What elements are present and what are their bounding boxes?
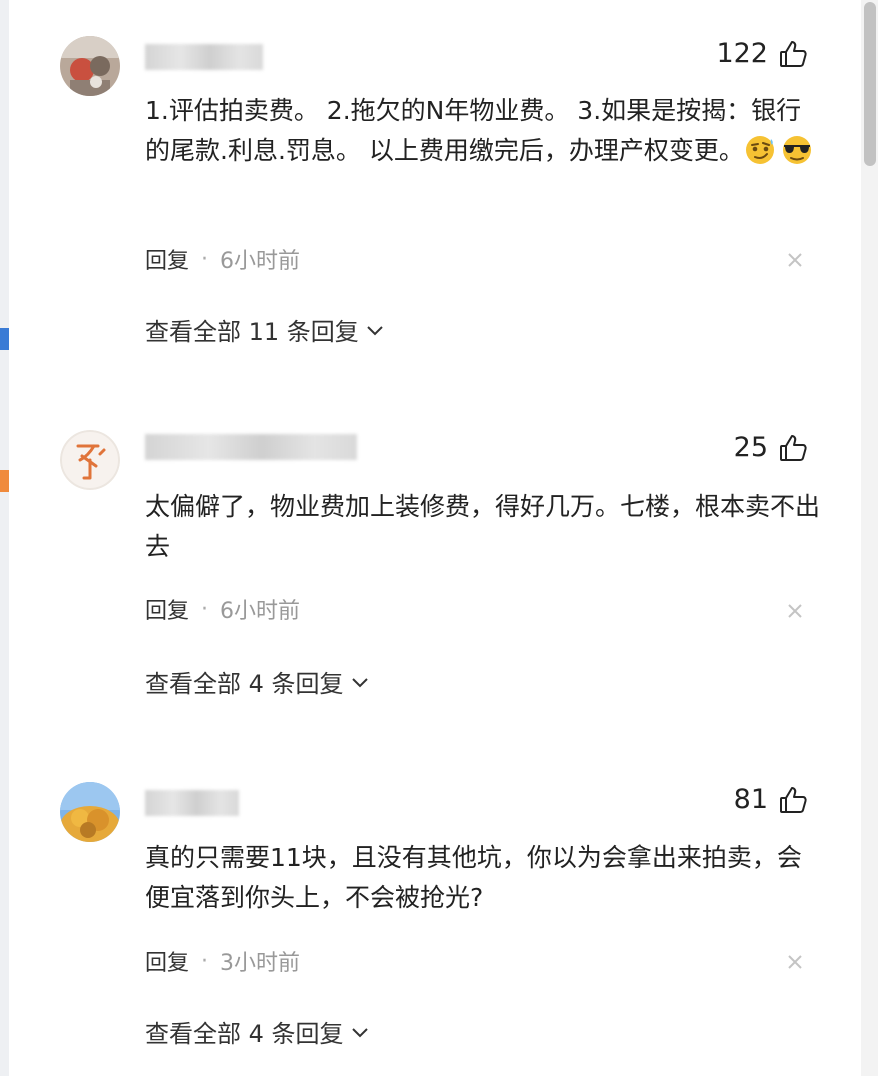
emoji-group — [744, 133, 814, 165]
chevron-down-icon — [351, 677, 368, 687]
reply-button[interactable]: 回复 — [145, 593, 189, 625]
timestamp: 3小时前 — [220, 951, 301, 976]
avatar[interactable] — [60, 782, 120, 842]
sunglasses-emoji-icon — [782, 136, 811, 164]
meta-separator: · — [201, 246, 209, 272]
like-group[interactable]: 25 — [734, 432, 808, 463]
thumbs-up-icon[interactable] — [778, 433, 808, 463]
view-all-replies-label: 查看全部 4 条回复 — [145, 670, 344, 698]
comment-meta: 回复 · 3小时前 — [145, 945, 300, 977]
comment-section: 122 1.评估拍卖费。 2.拖欠的N年物业费。 3.如果是按揭：银行的尾款.利… — [0, 0, 878, 1076]
thumbs-up-icon[interactable] — [778, 785, 808, 815]
meta-separator: · — [201, 596, 209, 622]
like-group[interactable]: 81 — [734, 784, 808, 815]
like-group[interactable]: 122 — [716, 38, 808, 69]
timestamp: 6小时前 — [220, 249, 301, 274]
chevron-down-icon — [351, 1027, 368, 1037]
like-count: 25 — [733, 432, 768, 463]
timestamp: 6小时前 — [220, 599, 301, 624]
edge-marker-blue — [0, 328, 9, 350]
username-redacted[interactable] — [145, 790, 239, 816]
username-redacted[interactable] — [145, 434, 357, 460]
like-count: 81 — [733, 784, 768, 815]
left-page-edge — [0, 0, 9, 1076]
view-all-replies-label: 查看全部 11 条回复 — [145, 318, 359, 346]
scrollbar[interactable] — [861, 0, 878, 1076]
close-icon[interactable] — [785, 250, 805, 270]
comment-text: 1.评估拍卖费。 2.拖欠的N年物业费。 3.如果是按揭：银行的尾款.利息.罚息… — [145, 91, 825, 171]
view-all-replies-button[interactable]: 查看全部 4 条回复 — [145, 664, 370, 699]
thumbs-up-icon[interactable] — [778, 39, 808, 69]
meta-separator: · — [201, 948, 209, 974]
close-icon[interactable] — [785, 601, 805, 621]
avatar[interactable] — [60, 430, 120, 490]
view-all-replies-button[interactable]: 查看全部 4 条回复 — [145, 1014, 370, 1049]
view-all-replies-label: 查看全部 4 条回复 — [145, 1020, 344, 1048]
scrollbar-thumb[interactable] — [864, 2, 876, 166]
username-redacted[interactable] — [145, 44, 263, 70]
like-count: 122 — [716, 38, 768, 69]
avatar[interactable] — [60, 36, 120, 96]
reply-button[interactable]: 回复 — [145, 945, 189, 977]
comment-text: 太偏僻了，物业费加上装修费，得好几万。七楼，根本卖不出去 — [145, 492, 821, 561]
chevron-down-icon — [367, 325, 383, 335]
view-all-replies-button[interactable]: 查看全部 11 条回复 — [145, 312, 385, 347]
reply-button[interactable]: 回复 — [145, 243, 189, 275]
comment-meta: 回复 · 6小时前 — [145, 243, 300, 275]
close-icon[interactable] — [785, 952, 805, 972]
edge-marker-orange — [0, 470, 9, 492]
comment-meta: 回复 · 6小时前 — [145, 593, 300, 625]
smirk-emoji-icon — [745, 136, 774, 164]
comment-text: 真的只需要11块，且没有其他坑，你以为会拿出来拍卖，会便宜落到你头上，不会被抢光… — [145, 843, 802, 912]
